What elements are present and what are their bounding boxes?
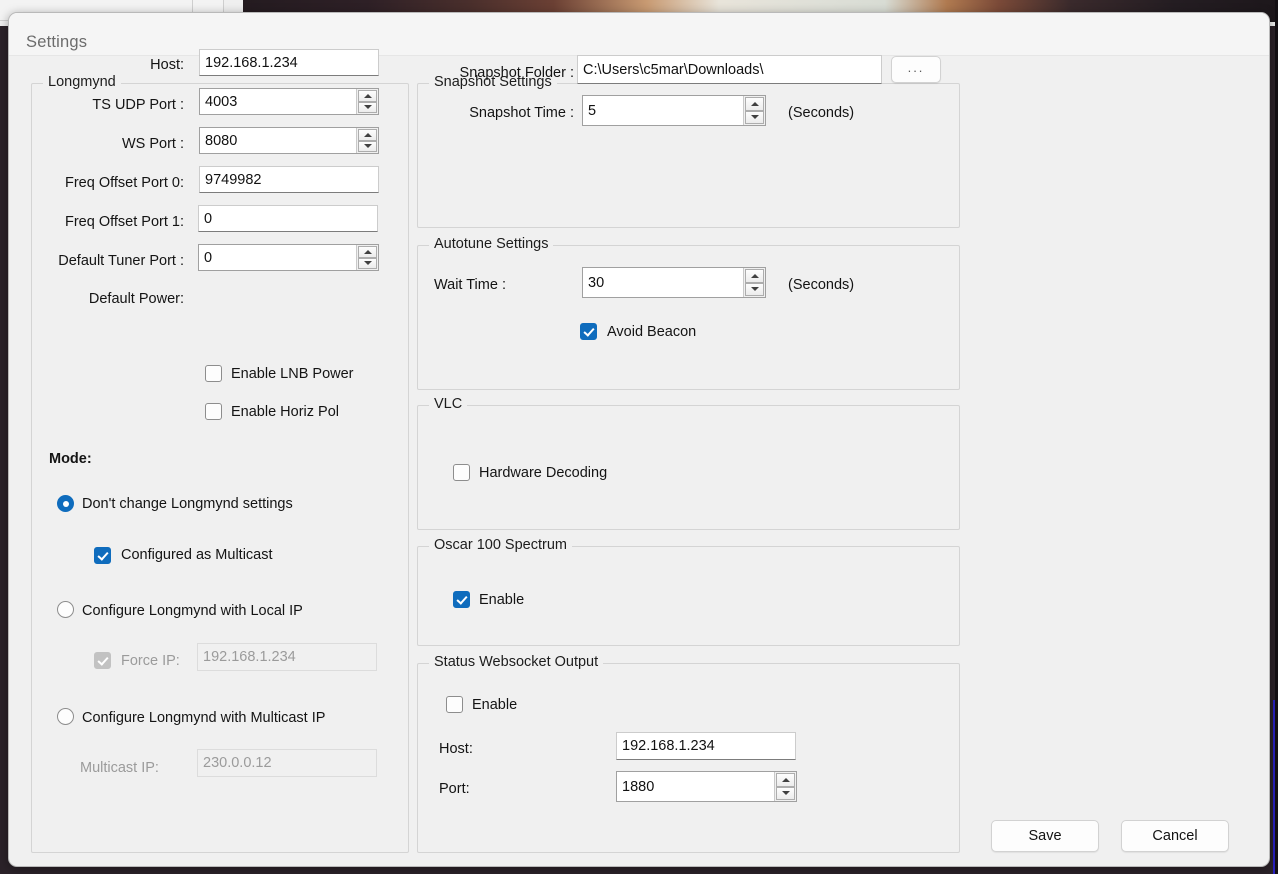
websocket-host-label: Host: <box>439 741 473 757</box>
configured-as-multicast-label: Configured as Multicast <box>121 547 273 563</box>
wait-time-value[interactable]: 30 <box>583 268 743 297</box>
longmynd-group-legend: Longmynd <box>43 74 121 90</box>
spinner-down-icon[interactable] <box>745 111 764 125</box>
longmynd-group: Longmynd <box>31 83 409 853</box>
host-label: Host: <box>29 57 184 73</box>
websocket-enable-label: Enable <box>472 697 517 713</box>
default-tuner-port-label: Default Tuner Port : <box>19 253 184 269</box>
default-tuner-port-value[interactable]: 0 <box>199 245 356 270</box>
ws-port-spinner[interactable]: 8080 <box>199 127 379 154</box>
save-button[interactable]: Save <box>991 820 1099 852</box>
enable-lnb-power-checkbox[interactable] <box>205 365 222 382</box>
mode-radio-multicast-ip-label: Configure Longmynd with Multicast IP <box>82 710 325 726</box>
spinner-up-icon[interactable] <box>745 97 764 111</box>
freq-offset-port-1-label: Freq Offset Port 1: <box>29 214 184 230</box>
spinner-down-icon[interactable] <box>358 102 377 114</box>
websocket-port-spin-buttons[interactable] <box>774 772 796 801</box>
mode-radio-local-ip-label: Configure Longmynd with Local IP <box>82 603 303 619</box>
mode-radio-multicast-ip[interactable] <box>57 708 74 725</box>
autotune-settings-legend: Autotune Settings <box>429 236 553 252</box>
websocket-port-spinner[interactable]: 1880 <box>616 771 797 802</box>
vlc-legend: VLC <box>429 396 467 412</box>
mode-label: Mode: <box>49 451 92 467</box>
snapshot-time-spinner[interactable]: 5 <box>582 95 766 126</box>
mode-radio-local-ip[interactable] <box>57 601 74 618</box>
spinner-down-icon[interactable] <box>745 283 764 297</box>
multicast-ip-input[interactable] <box>197 749 377 777</box>
spinner-up-icon[interactable] <box>745 269 764 283</box>
ws-port-spin-buttons[interactable] <box>356 128 378 153</box>
spinner-up-icon[interactable] <box>358 246 377 258</box>
websocket-port-value[interactable]: 1880 <box>617 772 774 801</box>
default-power-label: Default Power: <box>19 291 184 307</box>
snapshot-time-units: (Seconds) <box>788 105 854 121</box>
mode-radio-dont-change-label: Don't change Longmynd settings <box>82 496 293 512</box>
snapshot-folder-browse-button[interactable]: ... <box>891 56 941 83</box>
enable-horiz-pol-label: Enable Horiz Pol <box>231 404 339 420</box>
avoid-beacon-label: Avoid Beacon <box>607 324 696 340</box>
wait-time-spin-buttons[interactable] <box>743 268 765 297</box>
spinner-up-icon[interactable] <box>358 90 377 102</box>
wait-time-units: (Seconds) <box>788 277 854 293</box>
dialog-title: Settings <box>26 33 87 52</box>
oscar-enable-label: Enable <box>479 592 524 608</box>
ts-udp-port-spin-buttons[interactable] <box>356 89 378 114</box>
ws-port-label: WS Port : <box>29 136 184 152</box>
spinner-down-icon[interactable] <box>358 141 377 153</box>
wait-time-label: Wait Time : <box>434 277 506 293</box>
dialog-titlebar <box>9 13 1269 56</box>
oscar-spectrum-legend: Oscar 100 Spectrum <box>429 537 572 553</box>
default-tuner-port-spinner[interactable]: 0 <box>198 244 379 271</box>
force-ip-checkbox[interactable] <box>94 652 111 669</box>
freq-offset-port-1-input[interactable] <box>198 205 378 232</box>
oscar-enable-checkbox[interactable] <box>453 591 470 608</box>
websocket-port-label: Port: <box>439 781 470 797</box>
snapshot-folder-input[interactable] <box>577 55 882 84</box>
enable-lnb-power-label: Enable LNB Power <box>231 366 354 382</box>
spinner-down-icon[interactable] <box>776 787 795 801</box>
background-blue-edge <box>1273 700 1275 874</box>
freq-offset-port-0-label: Freq Offset Port 0: <box>29 175 184 191</box>
ts-udp-port-spinner[interactable]: 4003 <box>199 88 379 115</box>
snapshot-time-value[interactable]: 5 <box>583 96 743 125</box>
spinner-up-icon[interactable] <box>776 773 795 787</box>
force-ip-label: Force IP: <box>121 653 180 669</box>
screen: Settings Longmynd Host: TS UDP Port : 40… <box>0 0 1278 874</box>
cancel-button[interactable]: Cancel <box>1121 820 1229 852</box>
force-ip-input[interactable] <box>197 643 377 671</box>
settings-dialog: Settings Longmynd Host: TS UDP Port : 40… <box>8 12 1270 867</box>
freq-offset-port-0-input[interactable] <box>199 166 379 193</box>
spinner-down-icon[interactable] <box>358 258 377 270</box>
enable-horiz-pol-checkbox[interactable] <box>205 403 222 420</box>
mode-radio-dont-change[interactable] <box>57 495 74 512</box>
ts-udp-port-value[interactable]: 4003 <box>200 89 356 114</box>
ws-port-value[interactable]: 8080 <box>200 128 356 153</box>
websocket-enable-checkbox[interactable] <box>446 696 463 713</box>
hardware-decoding-checkbox[interactable] <box>453 464 470 481</box>
default-tuner-port-spin-buttons[interactable] <box>356 245 378 270</box>
snapshot-time-label: Snapshot Time : <box>414 105 574 121</box>
ts-udp-port-label: TS UDP Port : <box>29 97 184 113</box>
multicast-ip-label: Multicast IP: <box>80 760 159 776</box>
avoid-beacon-checkbox[interactable] <box>580 323 597 340</box>
status-websocket-legend: Status Websocket Output <box>429 654 603 670</box>
spinner-up-icon[interactable] <box>358 129 377 141</box>
configured-as-multicast-checkbox[interactable] <box>94 547 111 564</box>
host-input[interactable] <box>199 49 379 76</box>
hardware-decoding-label: Hardware Decoding <box>479 465 607 481</box>
wait-time-spinner[interactable]: 30 <box>582 267 766 298</box>
snapshot-time-spin-buttons[interactable] <box>743 96 765 125</box>
websocket-host-input[interactable] <box>616 732 796 760</box>
snapshot-folder-label: Snapshot Folder : <box>414 65 574 81</box>
